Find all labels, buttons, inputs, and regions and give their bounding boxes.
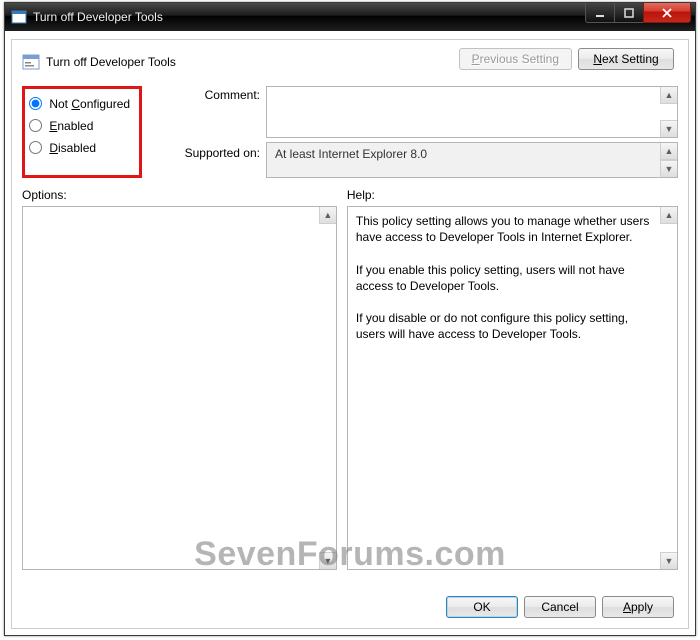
maximize-button[interactable] bbox=[614, 3, 644, 23]
scroll-up-icon[interactable]: ▲ bbox=[660, 87, 677, 104]
field-labels: Comment: Supported on: bbox=[170, 86, 260, 178]
policy-icon bbox=[22, 53, 40, 71]
lower-section: Options: ▲ ▼ Help: This policy setting a… bbox=[22, 188, 678, 570]
state-radio-group: Not Configured Enabled Disabled bbox=[22, 86, 142, 178]
previous-setting-button[interactable]: Previous Setting bbox=[459, 48, 572, 70]
help-paragraph: This policy setting allows you to manage… bbox=[356, 213, 655, 245]
scroll-up-icon[interactable]: ▲ bbox=[319, 207, 336, 224]
scroll-down-icon[interactable]: ▼ bbox=[660, 120, 677, 137]
comment-input[interactable]: ▲ ▼ bbox=[266, 86, 678, 138]
scroll-up-icon[interactable]: ▲ bbox=[660, 207, 677, 224]
scroll-up-icon[interactable]: ▲ bbox=[660, 143, 677, 160]
radio-enabled[interactable]: Enabled bbox=[29, 119, 133, 133]
help-label: Help: bbox=[347, 188, 678, 202]
apply-button[interactable]: Apply bbox=[602, 596, 674, 618]
supported-label: Supported on: bbox=[170, 142, 260, 160]
ok-button[interactable]: OK bbox=[446, 596, 518, 618]
help-paragraph: If you disable or do not configure this … bbox=[356, 310, 655, 342]
close-button[interactable] bbox=[643, 3, 691, 23]
window-controls bbox=[585, 3, 691, 23]
scroll-down-icon[interactable]: ▼ bbox=[319, 552, 336, 569]
cancel-button[interactable]: Cancel bbox=[524, 596, 596, 618]
titlebar: Turn off Developer Tools bbox=[5, 3, 695, 31]
comment-label: Comment: bbox=[170, 86, 260, 142]
supported-on-text: At least Internet Explorer 8.0 bbox=[275, 147, 427, 161]
dialog-window: Turn off Developer Tools Turn off Develo… bbox=[4, 2, 696, 636]
help-paragraph: If you enable this policy setting, users… bbox=[356, 262, 655, 294]
radio-disabled-input[interactable] bbox=[29, 141, 42, 154]
supported-on-field: At least Internet Explorer 8.0 ▲ ▼ bbox=[266, 142, 678, 178]
radio-disabled[interactable]: Disabled bbox=[29, 141, 133, 155]
scroll-down-icon[interactable]: ▼ bbox=[660, 160, 677, 177]
upper-section: Not Configured Enabled Disabled Comment:… bbox=[22, 86, 678, 178]
radio-not-configured-input[interactable] bbox=[29, 97, 42, 110]
policy-header: Turn off Developer Tools Previous Settin… bbox=[22, 48, 678, 76]
radio-enabled-input[interactable] bbox=[29, 119, 42, 132]
window-title: Turn off Developer Tools bbox=[33, 10, 163, 24]
minimize-button[interactable] bbox=[585, 3, 615, 23]
scroll-down-icon[interactable]: ▼ bbox=[660, 552, 677, 569]
app-icon bbox=[11, 9, 27, 25]
client-area: Turn off Developer Tools Previous Settin… bbox=[11, 39, 689, 629]
help-panel: This policy setting allows you to manage… bbox=[347, 206, 678, 570]
options-label: Options: bbox=[22, 188, 337, 202]
policy-title: Turn off Developer Tools bbox=[46, 55, 176, 69]
options-panel: ▲ ▼ bbox=[22, 206, 337, 570]
next-setting-button[interactable]: Next Setting bbox=[578, 48, 674, 70]
radio-not-configured[interactable]: Not Configured bbox=[29, 97, 133, 111]
field-inputs: ▲ ▼ At least Internet Explorer 8.0 ▲ ▼ bbox=[266, 86, 678, 178]
dialog-buttons: OK Cancel Apply bbox=[446, 596, 674, 618]
